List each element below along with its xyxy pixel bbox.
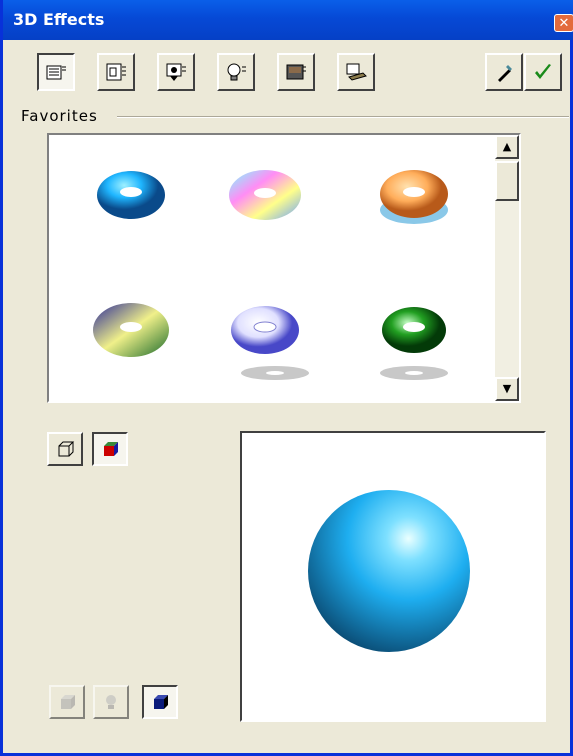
shading-icon <box>166 63 186 81</box>
pipette-icon <box>498 65 512 82</box>
cube-gray-icon <box>61 695 75 709</box>
textures-tool[interactable] <box>277 53 315 91</box>
favorite-olive-torus[interactable] <box>86 285 176 395</box>
torus-icon <box>229 170 301 220</box>
torus-icon <box>93 303 169 357</box>
illumination-tool[interactable] <box>217 53 255 91</box>
torus-icon <box>380 170 448 224</box>
favorites-label: Favorites <box>21 107 98 125</box>
textures-icon <box>286 64 306 80</box>
colored-view-button[interactable] <box>92 432 128 466</box>
shading-tool[interactable] <box>157 53 195 91</box>
favorites-icon <box>46 65 66 80</box>
torus-icon <box>231 306 309 380</box>
3d-effects-window: 3D Effects ✕ Favorites ▲ ▼ <box>0 0 573 756</box>
wireframe-view-button[interactable] <box>47 432 83 466</box>
scroll-down-button[interactable]: ▼ <box>495 377 519 401</box>
shaded-cube-icon <box>154 695 168 709</box>
torus-icon <box>97 171 165 219</box>
scroll-thumb[interactable] <box>495 161 519 201</box>
assign-button[interactable] <box>524 53 562 91</box>
favorite-blue-torus[interactable] <box>86 150 176 260</box>
perspective-button[interactable] <box>49 685 85 719</box>
material-icon <box>346 63 367 81</box>
torus-icon <box>380 307 448 380</box>
favorite-green-torus[interactable] <box>369 285 459 395</box>
shaded-preview-button[interactable] <box>142 685 178 719</box>
vertical-scrollbar[interactable]: ▲ ▼ <box>495 135 519 401</box>
geometry-icon <box>106 63 126 81</box>
scroll-up-button[interactable]: ▲ <box>495 135 519 159</box>
light-icon <box>106 695 116 709</box>
favorite-rainbow-torus[interactable] <box>220 150 310 260</box>
preview-pane <box>240 431 546 722</box>
material-tool[interactable] <box>337 53 375 91</box>
favorites-gallery[interactable]: ▲ ▼ <box>47 133 521 403</box>
favorite-white-torus[interactable] <box>220 285 310 395</box>
title-bar[interactable]: 3D Effects ✕ <box>3 0 573 40</box>
close-button[interactable]: ✕ <box>554 14 573 32</box>
lightbulb-icon <box>227 63 246 81</box>
colored-cube-icon <box>104 442 118 456</box>
geometry-tool[interactable] <box>97 53 135 91</box>
window-title: 3D Effects <box>13 10 105 29</box>
favorites-divider <box>117 116 569 118</box>
light-preview-button[interactable] <box>93 685 129 719</box>
checkmark-icon <box>535 64 551 79</box>
sphere-preview <box>308 490 470 652</box>
wireframe-cube-icon <box>58 441 75 457</box>
favorites-tool[interactable] <box>37 53 75 91</box>
pipette-tool[interactable] <box>485 53 523 91</box>
favorite-orange-torus[interactable] <box>369 150 459 260</box>
